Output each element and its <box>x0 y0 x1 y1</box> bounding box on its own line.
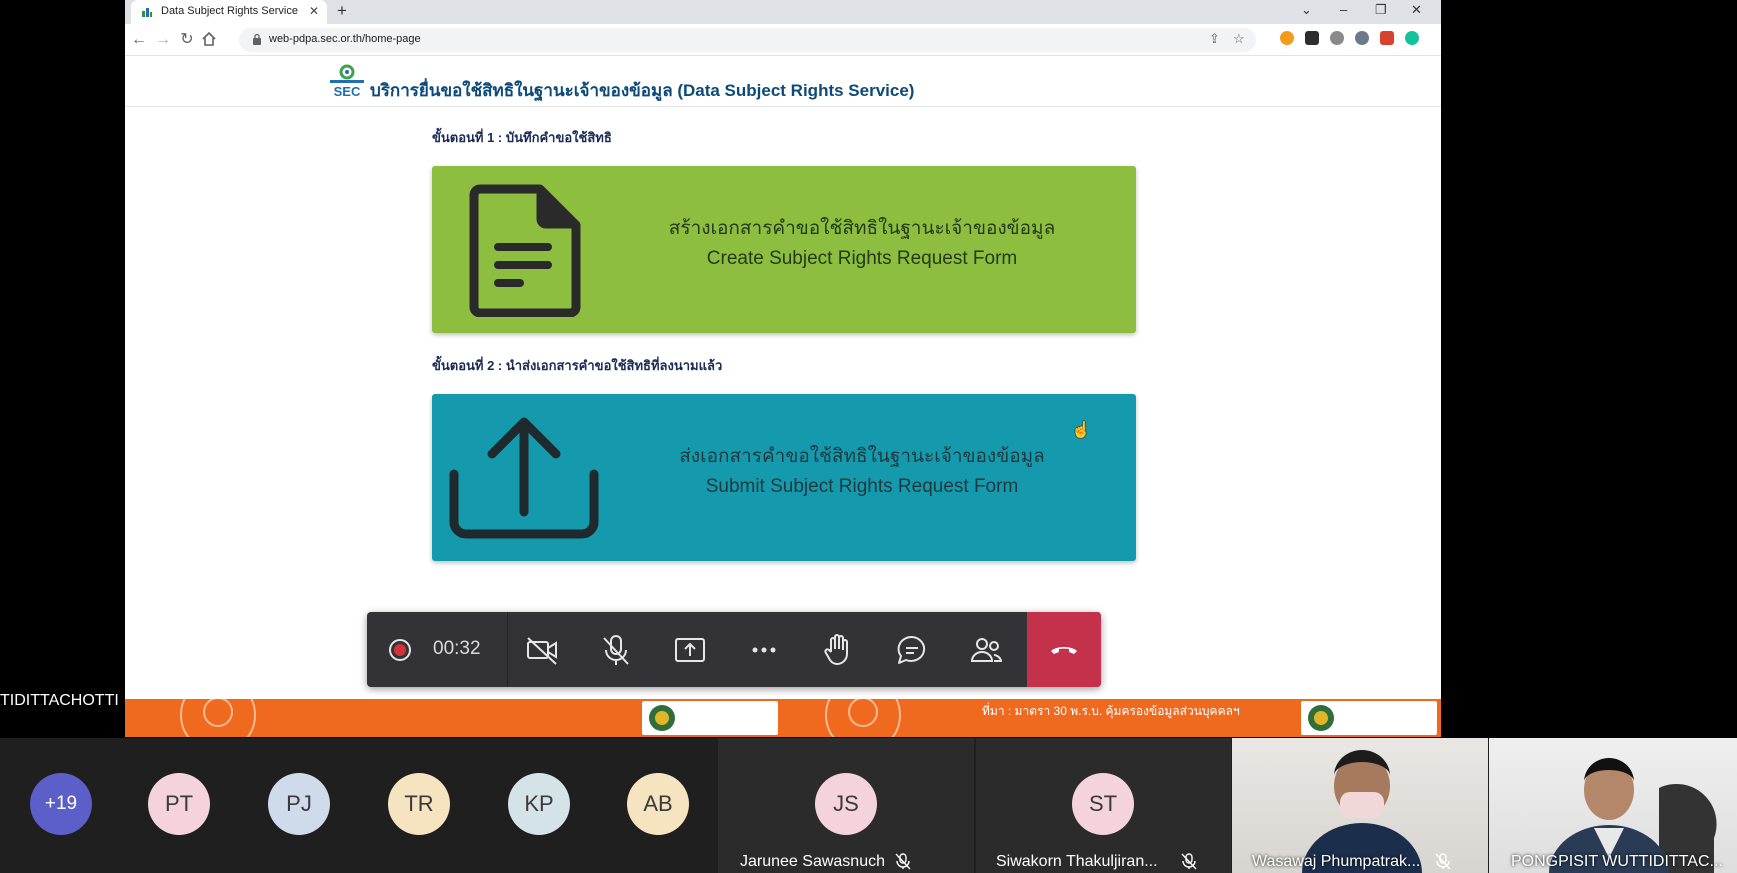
submit-card-text: ส่งเอกสารคำขอใช้สิทธิในฐานะเจ้าของข้อมูล… <box>632 442 1092 502</box>
back-icon[interactable]: ← <box>129 30 149 50</box>
banner-source-text: ที่มา : มาตรา 30 พ.ร.บ. คุ้มครองข้อมูลส่… <box>982 704 1240 718</box>
bookmark-star-icon[interactable]: ☆ <box>1233 31 1245 47</box>
more-options-icon[interactable] <box>744 630 784 670</box>
extension-avast-icon[interactable] <box>1280 31 1294 45</box>
raise-hand-icon[interactable] <box>818 630 858 670</box>
step-2-label: ขั้นตอนที่ 2 : นำส่งเอกสารคำขอใช้สิทธิที… <box>432 358 723 373</box>
tab-strip: Data Subject Rights Service ✕ + ⌄ – ❐ ✕ <box>125 0 1441 24</box>
participants-gallery: +19 PT PJ TR KP AB JS Jarunee Sawasnuch … <box>0 738 1737 873</box>
url-text: web-pdpa.sec.or.th/home-page <box>269 33 421 45</box>
close-window-icon[interactable]: ✕ <box>1411 2 1422 18</box>
tab-title: Data Subject Rights Service <box>161 5 298 17</box>
participant-avatar[interactable]: TR <box>388 773 450 835</box>
hand-cursor-icon: ☝ <box>1071 422 1091 439</box>
participant-avatar[interactable]: PT <box>148 773 210 835</box>
extension-skype-icon[interactable] <box>1355 31 1369 45</box>
participant-avatar: JS <box>815 773 877 835</box>
submit-request-form-button[interactable]: ส่งเอกสารคำขอใช้สิทธิในฐานะเจ้าของข้อมูล… <box>432 394 1136 561</box>
svg-text:SEC: SEC <box>334 84 361 99</box>
participant-name: Wasawaj Phumpatrak... <box>1252 853 1421 870</box>
home-icon[interactable] <box>201 31 217 47</box>
restore-icon[interactable]: ❐ <box>1375 2 1387 18</box>
extension-gear-icon[interactable] <box>1330 31 1344 45</box>
participants-icon[interactable] <box>966 630 1006 670</box>
site-header: SEC บริการยื่นขอใช้สิทธิในฐานะเจ้าของข้อ… <box>125 57 1441 107</box>
participant-tile[interactable]: JS Jarunee Sawasnuch <box>718 738 974 873</box>
participant-name: PONGPISIT WUTTIDITTAC... <box>1511 853 1723 870</box>
site-title: บริการยื่นขอใช้สิทธิในฐานะเจ้าของข้อมูล … <box>370 81 915 100</box>
participant-avatar: ST <box>1072 773 1134 835</box>
participant-name: Jarunee Sawasnuch <box>740 853 885 870</box>
address-bar[interactable]: web-pdpa.sec.or.th/home-page ⇪ ☆ <box>239 28 1256 52</box>
pdpc-seal-logo <box>642 701 778 735</box>
create-card-text: สร้างเอกสารคำขอใช้สิทธิในฐานะเจ้าของข้อม… <box>632 214 1092 274</box>
close-tab-icon[interactable]: ✕ <box>309 4 319 18</box>
participant-video-tile[interactable]: PONGPISIT WUTTIDITTAC... <box>1489 738 1737 873</box>
recording-icon <box>389 639 411 661</box>
participant-avatar[interactable]: AB <box>627 773 689 835</box>
create-card-english: Create Subject Rights Request Form <box>706 248 1018 269</box>
more-participants-button[interactable]: +19 <box>30 773 92 835</box>
screen: Data Subject Rights Service ✕ + ⌄ – ❐ ✕ … <box>0 0 1737 873</box>
participant-video-tile[interactable]: Wasawaj Phumpatrak... <box>1232 738 1488 873</box>
muted-mic-icon <box>895 853 911 870</box>
divider <box>507 612 508 687</box>
participant-avatar[interactable]: KP <box>508 773 570 835</box>
create-card-thai: สร้างเอกสารคำขอใช้สิทธิในฐานะเจ้าของข้อม… <box>668 218 1056 239</box>
camera-off-icon[interactable] <box>522 630 562 670</box>
browser-toolbar: ← → ↻ web-pdpa.sec.or.th/home-page ⇪ ☆ <box>125 24 1441 56</box>
minimize-icon[interactable]: – <box>1340 2 1347 18</box>
create-request-form-button[interactable]: สร้างเอกสารคำขอใช้สิทธิในฐานะเจ้าของข้อม… <box>432 166 1136 333</box>
seal-emblem-icon <box>649 705 675 731</box>
muted-mic-icon <box>1181 853 1197 870</box>
seal-emblem-icon <box>1308 705 1334 731</box>
new-tab-button[interactable]: + <box>337 2 347 20</box>
participant-avatar[interactable]: PJ <box>268 773 330 835</box>
favicon-icon <box>142 8 152 17</box>
self-view-name: TIDITTACHOTTI <box>0 692 119 709</box>
share-icon[interactable]: ⇪ <box>1209 31 1220 47</box>
leave-call-button[interactable] <box>1027 612 1101 687</box>
reload-icon[interactable]: ↻ <box>177 30 197 50</box>
submit-card-english: Submit Subject Rights Request Form <box>705 476 1019 497</box>
share-screen-icon[interactable] <box>670 630 710 670</box>
participant-name: Siwakorn Thakuljiran... <box>996 853 1158 870</box>
tab-search-icon[interactable]: ⌄ <box>1301 2 1312 18</box>
muted-mic-icon <box>1435 853 1451 870</box>
submit-card-thai: ส่งเอกสารคำขอใช้สิทธิในฐานะเจ้าของข้อมูล <box>679 446 1045 467</box>
pdpc-seal-logo <box>1301 701 1437 735</box>
hang-up-icon <box>1051 646 1077 654</box>
meeting-control-bar: 00:32 <box>367 612 1101 687</box>
sec-logo[interactable]: SEC <box>328 63 366 101</box>
extension-red-icon[interactable] <box>1380 31 1394 45</box>
upload-icon <box>449 417 599 539</box>
extension-grammarly-icon[interactable] <box>1405 31 1419 45</box>
mic-off-icon[interactable] <box>596 630 636 670</box>
participant-tile[interactable]: ST Siwakorn Thakuljiran... <box>976 738 1231 873</box>
extension-check-icon[interactable] <box>1305 31 1319 45</box>
chat-icon[interactable] <box>892 630 932 670</box>
lock-icon <box>253 34 261 45</box>
document-icon <box>469 184 581 317</box>
forward-icon[interactable]: → <box>153 30 173 50</box>
tab-data-subject-rights[interactable]: Data Subject Rights Service ✕ <box>131 0 327 24</box>
call-timer: 00:32 <box>433 638 481 659</box>
step-1-label: ขั้นตอนที่ 1 : บันทึกคำขอใช้สิทธิ <box>432 130 612 145</box>
footer-banner: ที่มา : มาตรา 30 พ.ร.บ. คุ้มครองข้อมูลส่… <box>125 699 1441 737</box>
